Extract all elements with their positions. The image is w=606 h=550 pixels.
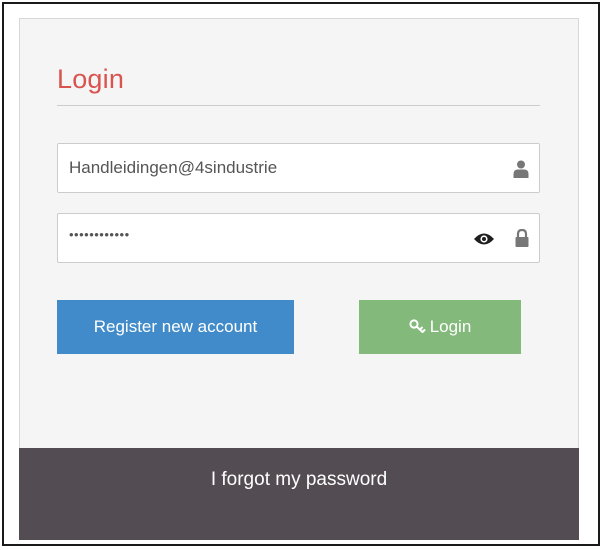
- lock-icon: [515, 228, 529, 247]
- username-input[interactable]: [58, 144, 539, 192]
- user-icon: [513, 160, 529, 178]
- password-field: ••••••••••••: [57, 213, 540, 263]
- login-button[interactable]: Login: [359, 300, 521, 354]
- login-button-label: Login: [429, 317, 472, 336]
- eye-icon[interactable]: [473, 232, 495, 246]
- title-divider: [57, 105, 540, 106]
- login-title: Login: [57, 64, 125, 94]
- forgot-password-link[interactable]: I forgot my password: [19, 448, 579, 540]
- password-input[interactable]: [58, 214, 539, 262]
- username-field: [57, 143, 540, 193]
- register-new-account-button[interactable]: Register new account: [57, 300, 294, 354]
- key-icon: [409, 319, 426, 334]
